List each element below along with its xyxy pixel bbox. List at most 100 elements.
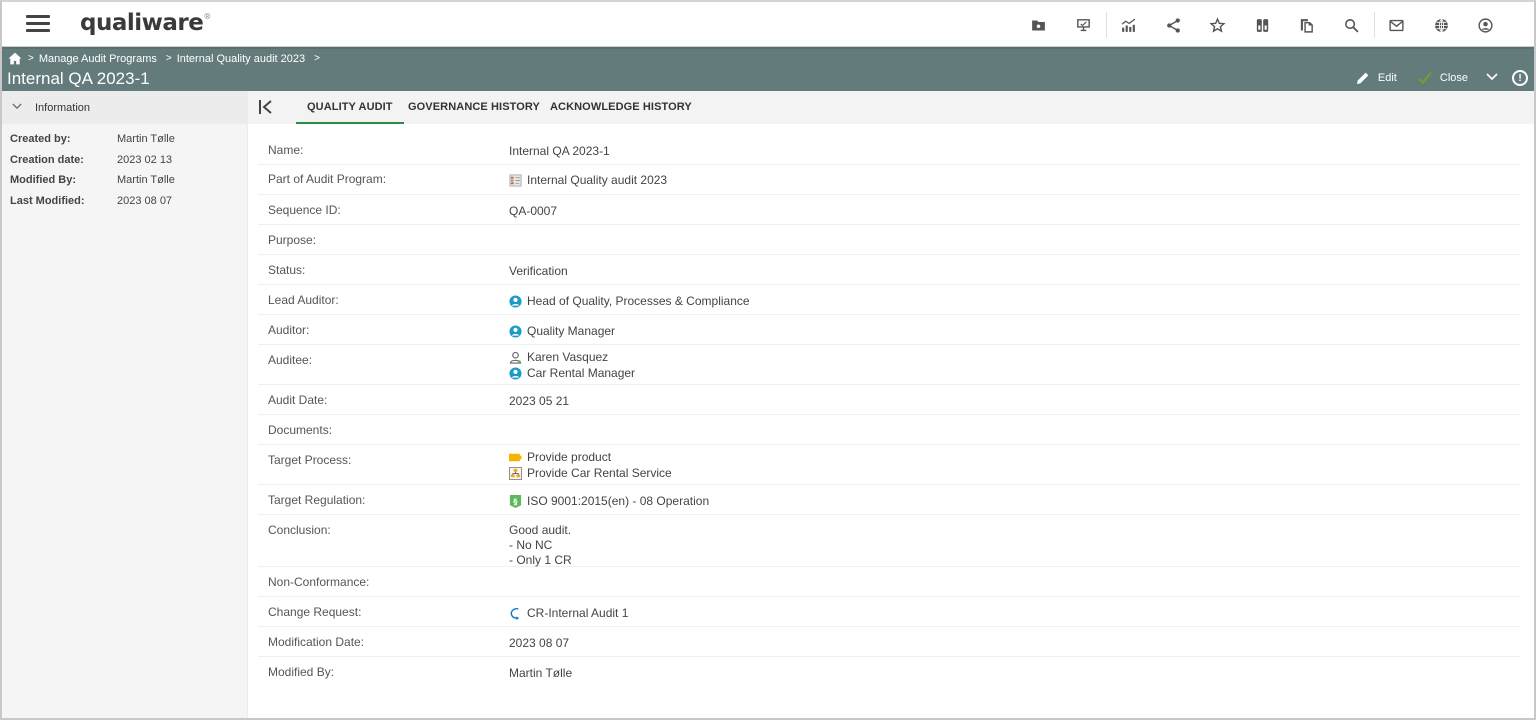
field-row-sequence-id: Sequence ID: QA-0007 (258, 195, 1520, 225)
presentation-icon[interactable] (1061, 12, 1106, 38)
field-row-audit-program: Part of Audit Program: Internal Quality … (258, 165, 1520, 195)
info-panel: Information Created by: Martin Tølle Crea… (2, 91, 248, 718)
info-row-creation-date: Creation date: 2023 02 13 (2, 154, 247, 175)
field-value: QA-0007 (509, 203, 1520, 224)
compare-icon[interactable] (1240, 12, 1285, 38)
search-icon[interactable] (1329, 12, 1374, 38)
field-value: 2023 08 07 (509, 635, 1520, 656)
status-value: Verification (509, 264, 568, 278)
field-row-target-process: Target Process: Provide product Provide … (258, 445, 1520, 485)
title-actions: Edit Close ! (1335, 70, 1528, 86)
change-request-icon (509, 607, 522, 620)
field-label: Audit Date: (268, 393, 328, 407)
logo[interactable]: qualiware® (80, 10, 211, 36)
collapse-panel-icon[interactable] (258, 98, 274, 116)
edit-label: Edit (1377, 72, 1397, 84)
field-row-auditor: Auditor: Quality Manager (258, 315, 1520, 345)
target-process-link[interactable]: Provide Car Rental Service (527, 466, 672, 480)
tab-governance-history[interactable]: GOVERNANCE HISTORY (397, 91, 551, 124)
modified-by-value: Martin Tølle (509, 666, 573, 680)
pencil-icon (1356, 72, 1369, 84)
breadcrumb-separator: > (28, 53, 34, 64)
field-value (509, 233, 1520, 254)
field-row-modified-by: Modified By: Martin Tølle (258, 657, 1520, 687)
field-row-status: Status: Verification (258, 255, 1520, 285)
role-icon (509, 366, 522, 380)
check-icon (1418, 72, 1432, 85)
breadcrumb-item-manage-audit-programs[interactable]: Manage Audit Programs (39, 53, 157, 65)
person-icon (509, 351, 522, 364)
field-value (509, 575, 1520, 596)
title-bar: > Manage Audit Programs > Internal Quali… (2, 47, 1534, 91)
menu-icon[interactable] (26, 15, 50, 33)
auditee-link[interactable]: Car Rental Manager (527, 366, 635, 380)
field-row-change-request: Change Request: CR-Internal Audit 1 (258, 597, 1520, 627)
folder-icon[interactable] (1017, 12, 1062, 38)
field-row-purpose: Purpose: (258, 225, 1520, 255)
field-value: Internal Quality audit 2023 (509, 172, 1520, 194)
name-value: Internal QA 2023-1 (509, 144, 610, 158)
tab-acknowledge-history[interactable]: ACKNOWLEDGE HISTORY (539, 91, 703, 124)
info-row-created-by: Created by: Martin Tølle (2, 133, 247, 154)
info-row-modified-by: Modified By: Martin Tølle (2, 174, 247, 195)
lead-auditor-link[interactable]: Head of Quality, Processes & Compliance (527, 294, 750, 308)
info-panel-header[interactable]: Information (2, 91, 247, 124)
logo-text: qualiware (80, 10, 204, 36)
info-label: Modified By: (10, 174, 76, 186)
field-row-modification-date: Modification Date: 2023 08 07 (258, 627, 1520, 657)
field-row-target-regulation: Target Regulation: § ISO 9001:2015(en) -… (258, 485, 1520, 515)
alert-info-icon[interactable]: ! (1512, 70, 1528, 86)
mail-icon[interactable] (1375, 12, 1420, 38)
field-label: Target Regulation: (268, 493, 366, 507)
globe-icon[interactable] (1419, 12, 1464, 38)
home-icon[interactable] (8, 52, 22, 65)
field-label: Status: (268, 263, 306, 277)
process-diagram-icon (509, 466, 522, 480)
field-label: Modified By: (268, 665, 335, 679)
close-button[interactable]: Close (1417, 70, 1468, 86)
conclusion-line: - No NC (509, 537, 553, 552)
logo-mark: ® (203, 12, 211, 21)
edit-button[interactable]: Edit (1355, 70, 1397, 86)
field-label: Lead Auditor: (268, 293, 339, 307)
field-row-conclusion: Conclusion: Good audit. - No NC - Only 1… (258, 515, 1520, 567)
auditor-link[interactable]: Quality Manager (527, 324, 615, 338)
page-title: Internal QA 2023-1 (7, 69, 150, 88)
field-row-non-conformance: Non-Conformance: (258, 567, 1520, 597)
role-icon (509, 294, 522, 308)
process-icon (509, 451, 522, 464)
app-window: qualiware® > Manage Audit Programs > Int… (0, 0, 1536, 720)
info-label: Last Modified: (10, 194, 85, 207)
breadcrumb: > Manage Audit Programs > Internal Quali… (8, 52, 325, 65)
info-value: 2023 02 13 (117, 153, 173, 166)
field-value (509, 423, 1520, 444)
top-bar: qualiware® (2, 2, 1534, 47)
field-row-documents: Documents: (258, 415, 1520, 445)
star-icon[interactable] (1196, 12, 1241, 38)
tab-quality-audit[interactable]: QUALITY AUDIT (296, 91, 404, 124)
field-label: Change Request: (268, 605, 362, 619)
chart-icon[interactable] (1107, 12, 1152, 38)
info-value: Martin Tølle (117, 133, 175, 145)
field-value: Good audit. - No NC - Only 1 CR (509, 519, 1520, 567)
target-process-link[interactable]: Provide product (527, 450, 611, 464)
conclusion-line: Good audit. (509, 522, 572, 537)
field-label: Non-Conformance: (268, 575, 370, 589)
change-request-link[interactable]: CR-Internal Audit 1 (527, 606, 628, 620)
info-label: Creation date: (10, 153, 84, 166)
auditee-link[interactable]: Karen Vasquez (527, 350, 608, 364)
info-row-last-modified: Last Modified: 2023 08 07 (2, 195, 247, 216)
field-label: Purpose: (268, 233, 317, 247)
copy-icon[interactable] (1285, 12, 1330, 38)
chevron-down-icon (12, 102, 22, 113)
audit-program-link[interactable]: Internal Quality audit 2023 (527, 173, 667, 187)
audit-date-value: 2023 05 21 (509, 394, 570, 408)
role-icon (509, 324, 522, 338)
field-value: Quality Manager (509, 323, 1520, 344)
share-icon[interactable] (1151, 12, 1196, 38)
quality-audit-form: Name: Internal QA 2023-1 Part of Audit P… (258, 135, 1520, 687)
more-actions-chevron-down-icon[interactable] (1486, 72, 1498, 84)
breadcrumb-item-internal-quality-audit[interactable]: Internal Quality audit 2023 (177, 53, 305, 65)
target-regulation-link[interactable]: ISO 9001:2015(en) - 08 Operation (527, 494, 709, 508)
account-icon[interactable] (1464, 12, 1509, 38)
